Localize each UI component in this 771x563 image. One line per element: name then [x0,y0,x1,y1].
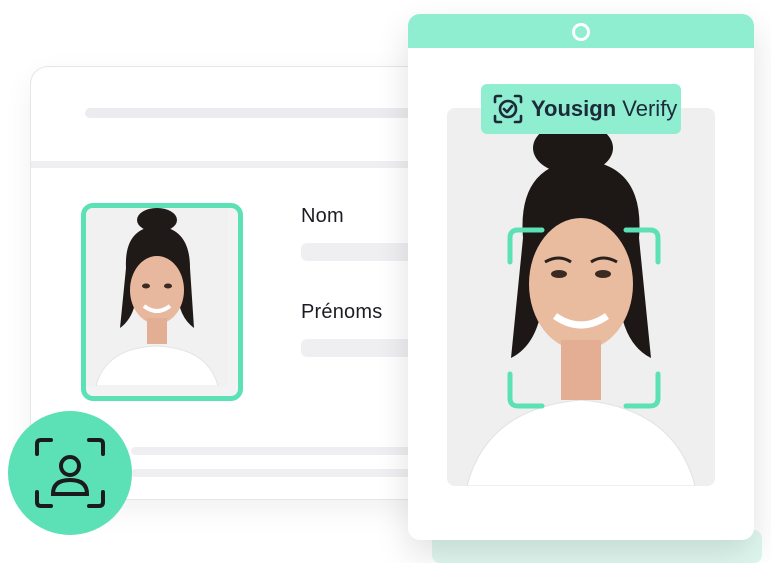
face-scan-badge [8,411,132,535]
user-scan-icon [35,438,105,508]
field-label-nom: Nom [301,205,344,227]
brand-name: Yousign Verify [531,96,678,121]
yousign-verify-badge: Yousign Verify [481,84,681,134]
verified-check-icon [493,94,523,124]
field-label-prenoms: Prénoms [301,301,383,323]
portrait-image [86,208,228,387]
face-scan-frame [507,227,661,409]
id-photo [81,203,243,401]
camera-icon [572,23,590,41]
placeholder-bar [85,108,415,118]
placeholder-bar [131,447,421,455]
placeholder-bar [131,469,421,477]
device-top-bar [408,14,754,48]
divider [31,161,451,168]
